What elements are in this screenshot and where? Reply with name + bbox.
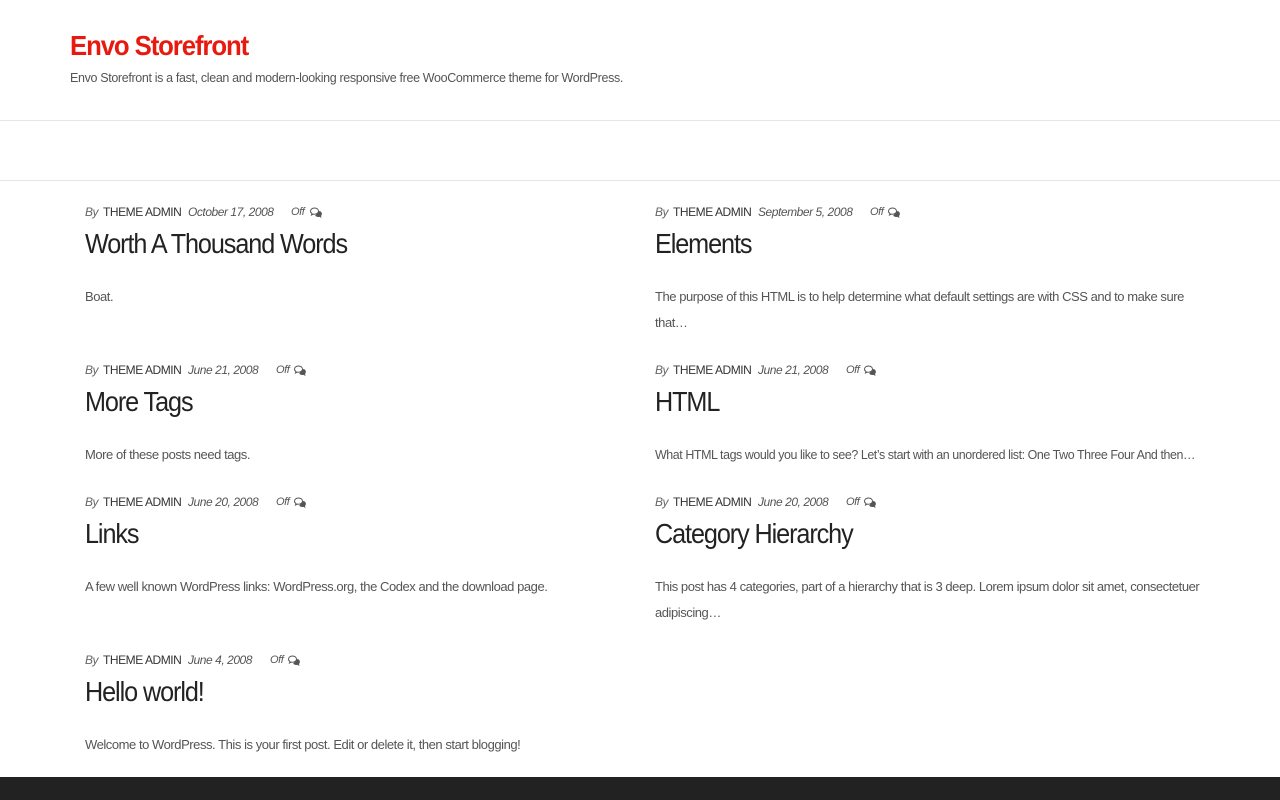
author-link[interactable]: THEME ADMIN — [103, 205, 182, 219]
post-date-link[interactable]: June 20, 2008 — [188, 495, 259, 509]
post-excerpt: A few well known WordPress links: WordPr… — [85, 579, 548, 594]
author-link[interactable]: THEME ADMIN — [673, 363, 752, 377]
post-title-link[interactable]: Hello world! — [85, 674, 205, 710]
comments-icon — [294, 497, 306, 508]
comments-icon — [288, 655, 300, 666]
comments-icon — [864, 365, 876, 376]
post-title-link[interactable]: Elements — [655, 226, 752, 262]
post-excerpt: Boat. — [85, 289, 114, 304]
byline-prefix: By — [85, 653, 99, 667]
comments-status: Off — [870, 206, 884, 218]
comments-icon — [888, 207, 900, 218]
post-excerpt: Welcome to WordPress. This is your first… — [85, 737, 521, 752]
comments-icon — [864, 497, 876, 508]
byline-prefix: By — [655, 363, 669, 377]
author-link[interactable]: THEME ADMIN — [673, 495, 752, 509]
byline-prefix: By — [655, 205, 669, 219]
author-link[interactable]: THEME ADMIN — [103, 495, 182, 509]
post-date-link[interactable]: June 21, 2008 — [188, 363, 259, 377]
post-date-link[interactable]: October 17, 2008 — [188, 205, 274, 219]
comments-icon — [310, 207, 322, 218]
post-meta: By THEME ADMIN June 21, 2008 Off — [85, 360, 625, 380]
post-title-link[interactable]: Category Hierarchy — [655, 516, 854, 552]
post-meta: By THEME ADMIN June 21, 2008 Off — [655, 360, 1195, 380]
site-title-link[interactable]: Envo Storefront — [70, 28, 249, 64]
comments-icon — [294, 365, 306, 376]
site-footer — [0, 777, 1280, 800]
post-date-link[interactable]: June 4, 2008 — [188, 653, 252, 667]
post-meta: By THEME ADMIN June 4, 2008 Off — [85, 650, 625, 670]
post-excerpt: The purpose of this HTML is to help dete… — [655, 289, 1184, 330]
byline-prefix: By — [85, 363, 99, 377]
byline-prefix: By — [85, 495, 99, 509]
comments-status: Off — [846, 364, 860, 376]
navigation-bar — [0, 121, 1280, 181]
post-title-link[interactable]: Links — [85, 516, 140, 552]
post-excerpt: This post has 4 categories, part of a hi… — [655, 579, 1200, 620]
site-description: Envo Storefront is a fast, clean and mod… — [70, 71, 624, 85]
post-date-link[interactable]: June 20, 2008 — [758, 495, 829, 509]
post-date-link[interactable]: September 5, 2008 — [758, 205, 853, 219]
post-meta: By THEME ADMIN October 17, 2008 Off — [85, 202, 625, 222]
post-excerpt: More of these posts need tags. — [85, 447, 250, 462]
site-header: Envo Storefront Envo Storefront is a fas… — [0, 0, 1280, 121]
author-link[interactable]: THEME ADMIN — [673, 205, 752, 219]
post-excerpt: What HTML tags would you like to see? Le… — [655, 447, 1195, 462]
comments-status: Off — [846, 496, 860, 508]
post-meta: By THEME ADMIN June 20, 2008 Off — [655, 492, 1195, 512]
post-meta: By THEME ADMIN September 5, 2008 Off — [655, 202, 1195, 222]
post-title-link[interactable]: HTML — [655, 384, 720, 420]
post-title-link[interactable]: Worth A Thousand Words — [85, 226, 348, 262]
comments-status: Off — [270, 654, 284, 666]
author-link[interactable]: THEME ADMIN — [103, 363, 182, 377]
byline-prefix: By — [85, 205, 99, 219]
comments-status: Off — [276, 364, 290, 376]
post-title-link[interactable]: More Tags — [85, 384, 194, 420]
post-meta: By THEME ADMIN June 20, 2008 Off — [85, 492, 625, 512]
comments-status: Off — [276, 496, 290, 508]
post-date-link[interactable]: June 21, 2008 — [758, 363, 829, 377]
author-link[interactable]: THEME ADMIN — [103, 653, 182, 667]
comments-status: Off — [291, 206, 305, 218]
byline-prefix: By — [655, 495, 669, 509]
